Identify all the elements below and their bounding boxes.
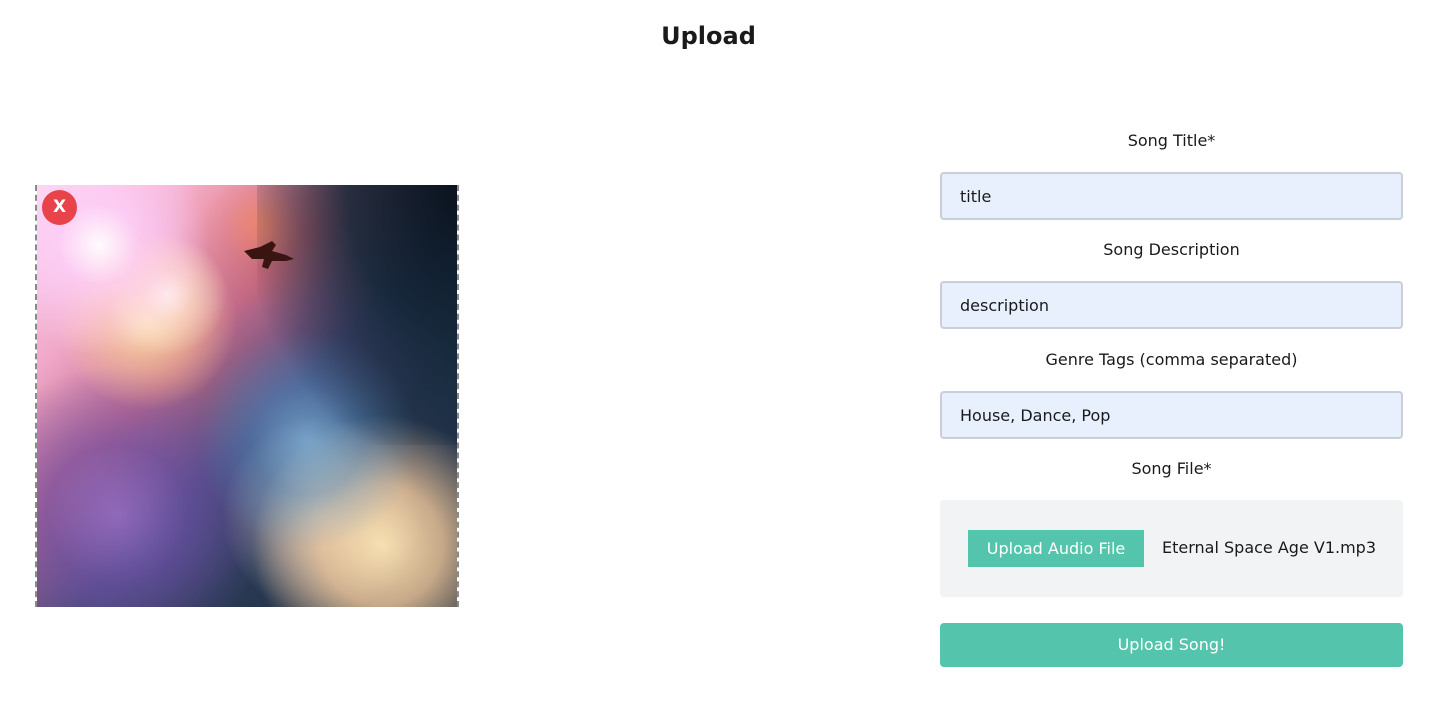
cover-image-dropzone[interactable] bbox=[35, 185, 459, 607]
song-title-label: Song Title* bbox=[1127, 131, 1216, 150]
song-description-input[interactable] bbox=[940, 281, 1403, 329]
upload-song-button[interactable]: Upload Song! bbox=[940, 623, 1403, 667]
jet-silhouette-icon bbox=[244, 241, 294, 269]
song-file-label: Song File* bbox=[1131, 459, 1212, 478]
genre-tags-input[interactable] bbox=[940, 391, 1403, 439]
song-description-label: Song Description bbox=[1103, 240, 1240, 259]
song-file-box: Upload Audio File Eternal Space Age V1.m… bbox=[940, 500, 1403, 597]
upload-audio-file-button[interactable]: Upload Audio File bbox=[968, 530, 1144, 567]
genre-tags-label: Genre Tags (comma separated) bbox=[1045, 350, 1298, 369]
cover-image-shadow bbox=[257, 185, 457, 445]
remove-image-button[interactable]: X bbox=[42, 190, 77, 225]
page-title: Upload bbox=[661, 22, 756, 50]
selected-file-name: Eternal Space Age V1.mp3 bbox=[1162, 538, 1377, 557]
song-title-input[interactable] bbox=[940, 172, 1403, 220]
